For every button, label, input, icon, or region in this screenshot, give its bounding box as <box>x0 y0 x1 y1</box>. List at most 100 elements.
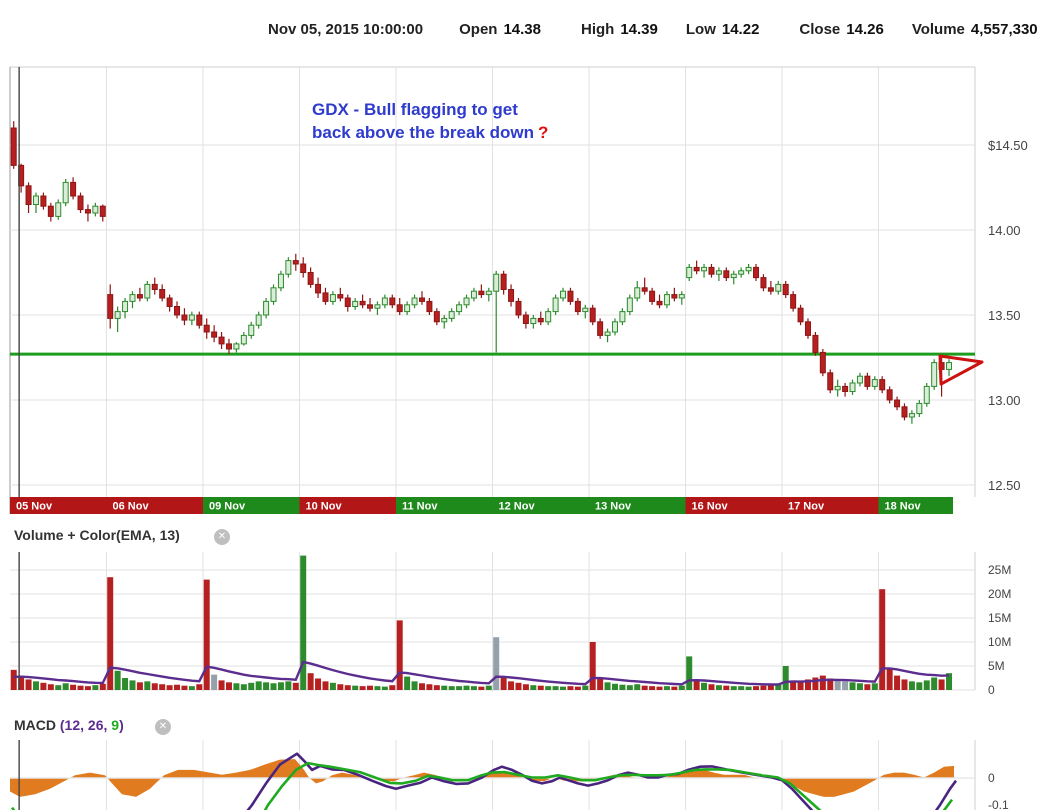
volume-bar <box>530 685 537 690</box>
volume-bar <box>604 682 611 690</box>
candle-body <box>404 304 411 313</box>
candle-body <box>827 372 834 391</box>
candle-body <box>463 297 470 306</box>
volume-bar <box>322 681 329 690</box>
candle-body <box>441 317 448 323</box>
volume-bar <box>715 685 722 690</box>
candle-body <box>567 290 574 302</box>
candle-body <box>485 290 492 296</box>
volume-bar <box>641 685 648 690</box>
header-open: Open 14.38 <box>459 20 541 38</box>
candle-body <box>574 300 581 313</box>
candle-body <box>337 294 344 299</box>
volume-bar <box>582 685 589 690</box>
candle-body <box>812 334 819 353</box>
volume-ema-line <box>13 660 950 686</box>
candle-body <box>263 300 270 316</box>
candle-body <box>107 294 114 319</box>
price-tick-label: 13.00 <box>988 393 1021 408</box>
candle-body <box>582 307 589 313</box>
chart-annotation[interactable]: GDX - Bull flagging to get back above th… <box>312 98 548 144</box>
volume-bar <box>292 682 299 690</box>
volume-bar <box>819 675 826 690</box>
candle-body <box>871 379 878 387</box>
volume-bar <box>597 678 604 690</box>
volume-bar <box>671 686 678 690</box>
candle-body <box>359 300 366 306</box>
candle-body <box>663 294 670 306</box>
candle-body <box>686 266 693 279</box>
volume-bar <box>40 682 47 690</box>
volume-bar <box>337 684 344 690</box>
volume-panel-title: Volume + Color(EMA, 13) <box>14 527 180 543</box>
candle-body <box>374 304 381 309</box>
annotation-question-mark: ? <box>538 123 549 142</box>
candle-body <box>842 385 849 392</box>
candle-body <box>255 314 262 326</box>
volume-bar <box>537 685 544 690</box>
candle-body <box>367 304 374 309</box>
candle-body <box>597 321 604 336</box>
volume-bar <box>92 685 99 690</box>
header-close: Close 14.26 <box>799 20 884 38</box>
candle-body <box>946 362 953 370</box>
date-band-label: 05 Nov <box>16 501 53 513</box>
volume-bar <box>196 684 203 690</box>
candle-body <box>530 317 537 324</box>
volume-bar <box>136 682 143 690</box>
candle-body <box>560 290 567 299</box>
candle-body <box>240 334 247 345</box>
volume-close-button[interactable]: ✕ <box>214 529 230 545</box>
volume-bar <box>842 681 849 690</box>
candle-body <box>604 331 611 336</box>
volume-bar <box>701 682 708 690</box>
candle-body <box>10 127 17 166</box>
candle-body <box>834 385 841 391</box>
volume-bar <box>686 656 693 690</box>
candle-body <box>381 297 388 306</box>
pennant-drawing[interactable] <box>938 354 984 386</box>
candle-body <box>545 311 552 323</box>
candle-body <box>693 266 700 272</box>
macd-close-button[interactable]: ✕ <box>155 719 171 735</box>
candle-body <box>99 205 106 217</box>
volume-bar <box>329 682 336 690</box>
volume-bar <box>84 686 91 690</box>
volume-bar <box>411 681 418 690</box>
candle-body <box>804 321 811 336</box>
candle-body <box>537 317 544 323</box>
candle-body <box>426 300 433 313</box>
volume-bar <box>47 684 54 690</box>
candle-body <box>300 263 307 273</box>
candle-body <box>181 314 188 321</box>
date-band-label: 10 Nov <box>306 501 343 513</box>
date-band-label: 12 Nov <box>499 501 536 513</box>
volume-bar <box>381 686 388 690</box>
volume-bar <box>255 681 262 690</box>
candle-body <box>552 297 559 313</box>
candle-body <box>174 306 181 316</box>
candle-body <box>25 185 32 206</box>
volume-bar <box>634 684 641 690</box>
volume-bar <box>626 685 633 690</box>
candle-body <box>522 314 529 324</box>
candle-body <box>886 389 893 401</box>
candle-body <box>144 283 151 299</box>
ohlc-header: Nov 05, 2015 10:00:00 Open 14.38 High 14.3… <box>0 0 1050 58</box>
volume-bar <box>248 682 255 690</box>
volume-bar <box>916 682 923 690</box>
candle-body <box>166 297 173 307</box>
volume-bar <box>708 684 715 690</box>
candle-body <box>55 202 62 217</box>
price-tick-label: 14.00 <box>988 223 1021 238</box>
candle-body <box>122 300 129 313</box>
candle-body <box>196 314 203 326</box>
volume-bar <box>864 684 871 690</box>
volume-bar <box>901 679 908 690</box>
price-tick-label: $14.50 <box>988 138 1028 153</box>
candle-body <box>723 270 730 279</box>
candle-body <box>344 297 351 307</box>
volume-bar <box>879 589 886 690</box>
volume-bar <box>767 685 774 690</box>
candle-body <box>40 195 47 207</box>
